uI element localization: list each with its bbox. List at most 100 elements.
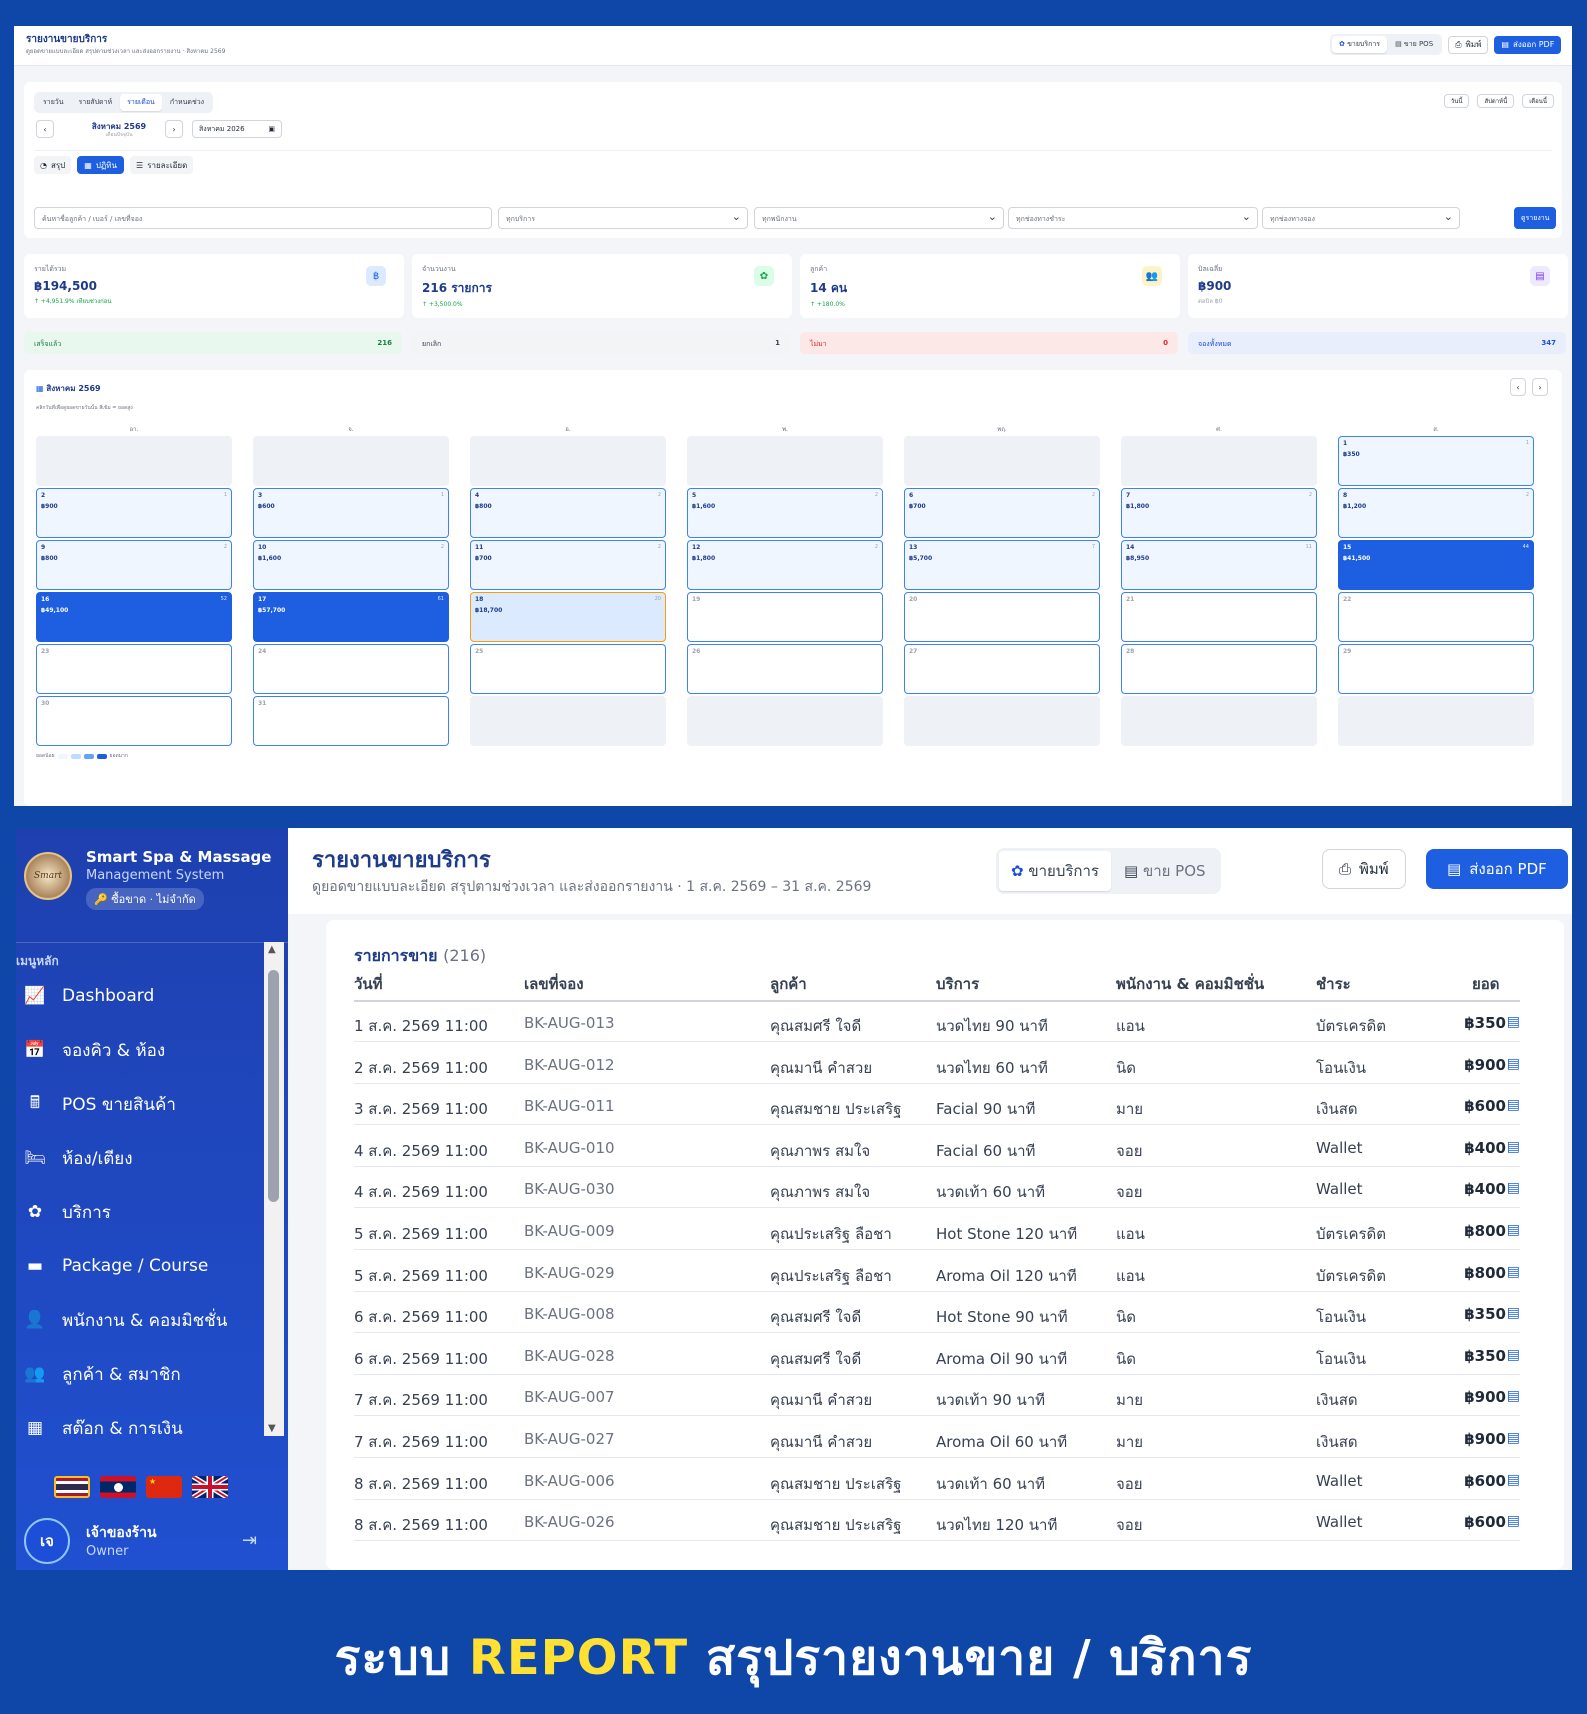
receipt-icon[interactable]: ▤ (1507, 1472, 1520, 1488)
calendar-prev-button[interactable]: ‹ (1510, 378, 1526, 396)
calendar-day[interactable]: 7 ฿1,800 2 (1121, 488, 1317, 538)
status-chip[interactable]: เสร็จแล้ว 216 (24, 332, 402, 354)
scroll-up-icon[interactable]: ▲ (268, 944, 276, 955)
sidebar-scrollbar[interactable]: ▲ ▼ (264, 942, 284, 1436)
view-report-button[interactable]: ดูรายงาน (1514, 207, 1557, 229)
table-row[interactable]: 8 ส.ค. 2569 11:00 BK-AUG-006 คุณสมชาย ประเ… (354, 1462, 1520, 1500)
prev-month-button[interactable]: ‹ (36, 120, 54, 138)
calendar-day[interactable]: 13 ฿5,700 7 (904, 540, 1100, 590)
receipt-icon[interactable]: ▤ (1507, 1139, 1520, 1155)
mode-pos-button[interactable]: ▤ ขาย POS (1112, 851, 1218, 891)
calendar-day[interactable]: 26 (687, 644, 883, 694)
export-pdf-button[interactable]: ▤ ส่งออก PDF (1426, 849, 1568, 889)
receipt-icon[interactable]: ▤ (1507, 1347, 1520, 1363)
calendar-day[interactable]: 17 ฿57,700 61 (253, 592, 449, 642)
receipt-icon[interactable]: ▤ (1507, 1264, 1520, 1280)
receipt-icon[interactable]: ▤ (1507, 1305, 1520, 1321)
table-row[interactable]: 5 ส.ค. 2569 11:00 BK-AUG-029 คุณประเสริฐ ล… (354, 1254, 1520, 1292)
thai-flag-button[interactable] (54, 1476, 90, 1498)
mode-pos-button[interactable]: ▤ ขาย POS (1388, 36, 1440, 53)
table-row[interactable]: 7 ส.ค. 2569 11:00 BK-AUG-007 คุณมานี คำสวย… (354, 1378, 1520, 1417)
calendar-day[interactable]: 20 (904, 592, 1100, 642)
status-chip[interactable]: ยกเลิก 1 (412, 332, 790, 354)
table-row[interactable]: 6 ส.ค. 2569 11:00 BK-AUG-028 คุณสมศรี ใจดี… (354, 1337, 1520, 1375)
sidebar-item[interactable]: 👥 ลูกค้า & สมาชิก (24, 1354, 180, 1394)
calendar-day[interactable]: 5 ฿1,600 2 (687, 488, 883, 538)
calendar-day[interactable]: 8 ฿1,200 2 (1338, 488, 1534, 538)
scroll-thumb[interactable] (268, 970, 279, 1202)
sidebar-item[interactable]: 📅 จองคิว & ห้อง (24, 1030, 165, 1070)
status-chip[interactable]: ไม่มา 0 (800, 332, 1178, 354)
sidebar-item[interactable]: 🖩 POS ขายสินค้า (24, 1084, 176, 1124)
sidebar-item[interactable]: 🛏 ห้อง/เตียง (24, 1138, 132, 1178)
sidebar-item[interactable]: ▬ Package / Course (24, 1246, 208, 1286)
calendar-day[interactable]: 27 (904, 644, 1100, 694)
quick-month-button[interactable]: เดือนนี้ (1522, 94, 1554, 108)
search-input[interactable]: ค้นหาชื่อลูกค้า / เบอร์ / เลขที่จอง (34, 207, 492, 229)
calendar-day[interactable]: 31 (253, 696, 449, 746)
calendar-day[interactable]: 18 ฿18,700 20 (470, 592, 666, 642)
receipt-icon[interactable]: ▤ (1507, 1180, 1520, 1196)
calendar-day[interactable]: 19 (687, 592, 883, 642)
scroll-down-icon[interactable]: ▼ (268, 1423, 276, 1434)
table-row[interactable]: 7 ส.ค. 2569 11:00 BK-AUG-027 คุณมานี คำสวย… (354, 1420, 1520, 1458)
calendar-day[interactable]: 15 ฿41,500 44 (1338, 540, 1534, 590)
view-detail-button[interactable]: ☰ รายละเอียด (130, 156, 194, 174)
quick-week-button[interactable]: สัปดาห์นี้ (1477, 94, 1515, 108)
calendar-day[interactable]: 12 ฿1,800 2 (687, 540, 883, 590)
tab-weekly[interactable]: รายสัปดาห์ (72, 94, 120, 111)
table-row[interactable]: 4 ส.ค. 2569 11:00 BK-AUG-030 คุณภาพร สมใจ น… (354, 1170, 1520, 1209)
view-calendar-button[interactable]: ▦ ปฏิทิน (77, 156, 125, 174)
tab-monthly[interactable]: รายเดือน (120, 94, 162, 111)
sidebar-item[interactable]: ▦ สต๊อก & การเงิน (24, 1408, 183, 1448)
calendar-day[interactable]: 23 (36, 644, 232, 694)
calendar-day[interactable]: 9 ฿800 2 (36, 540, 232, 590)
table-row[interactable]: 2 ส.ค. 2569 11:00 BK-AUG-012 คุณมานี คำสวย… (354, 1046, 1520, 1084)
calendar-next-button[interactable]: › (1532, 378, 1548, 396)
table-row[interactable]: 4 ส.ค. 2569 11:00 BK-AUG-010 คุณภาพร สมใจ F… (354, 1129, 1520, 1167)
calendar-day[interactable]: 29 (1338, 644, 1534, 694)
receipt-icon[interactable]: ▤ (1507, 1513, 1520, 1529)
calendar-day[interactable]: 14 ฿8,950 11 (1121, 540, 1317, 590)
calendar-day[interactable]: 28 (1121, 644, 1317, 694)
mode-service-button[interactable]: ✿ ขายบริการ (1332, 36, 1388, 53)
staff-filter[interactable]: ทุกพนักงาน ⌄ (754, 207, 1004, 229)
sidebar-item[interactable]: 📈 Dashboard (24, 976, 154, 1016)
receipt-icon[interactable]: ▤ (1507, 1388, 1520, 1404)
calendar-day[interactable]: 10 ฿1,600 2 (253, 540, 449, 590)
tab-custom[interactable]: กำหนดช่วง (163, 94, 211, 111)
tab-daily[interactable]: รายวัน (36, 94, 71, 111)
logout-icon[interactable]: ⇥ (242, 1530, 257, 1551)
receipt-icon[interactable]: ▤ (1507, 1097, 1520, 1113)
view-summary-button[interactable]: ◔ สรุป (34, 156, 72, 174)
table-row[interactable]: 6 ส.ค. 2569 11:00 BK-AUG-008 คุณสมศรี ใจดี… (354, 1295, 1520, 1334)
channel-filter[interactable]: ทุกช่องทางจอง ⌄ (1262, 207, 1460, 229)
calendar-day[interactable]: 24 (253, 644, 449, 694)
avatar[interactable]: เจ (24, 1518, 70, 1564)
china-flag-button[interactable]: ★ (146, 1476, 182, 1498)
calendar-day[interactable]: 1 ฿350 1 (1338, 436, 1534, 486)
receipt-icon[interactable]: ▤ (1507, 1222, 1520, 1238)
calendar-day[interactable]: 6 ฿700 2 (904, 488, 1100, 538)
next-month-button[interactable]: › (165, 120, 183, 138)
print-button[interactable]: ⎙ พิมพ์ (1448, 35, 1489, 54)
calendar-day[interactable]: 4 ฿800 2 (470, 488, 666, 538)
calendar-day[interactable]: 22 (1338, 592, 1534, 642)
receipt-icon[interactable]: ▤ (1507, 1056, 1520, 1072)
receipt-icon[interactable]: ▤ (1507, 1430, 1520, 1446)
table-row[interactable]: 3 ส.ค. 2569 11:00 BK-AUG-011 คุณสมชาย ประเ… (354, 1087, 1520, 1126)
calendar-day[interactable]: 25 (470, 644, 666, 694)
month-picker-input[interactable]: สิงหาคม 2026 ▣ (192, 120, 282, 138)
export-pdf-button[interactable]: ▤ ส่งออก PDF (1494, 35, 1562, 54)
sidebar-item[interactable]: ✿ บริการ (24, 1192, 111, 1232)
uk-flag-button[interactable] (192, 1476, 228, 1498)
calendar-day[interactable]: 30 (36, 696, 232, 746)
calendar-day[interactable]: 2 ฿900 1 (36, 488, 232, 538)
quick-today-button[interactable]: วันนี้ (1443, 94, 1470, 108)
service-filter[interactable]: ทุกบริการ ⌄ (498, 207, 748, 229)
status-chip[interactable]: จองทั้งหมด 347 (1188, 332, 1566, 354)
receipt-icon[interactable]: ▤ (1507, 1014, 1520, 1030)
lao-flag-button[interactable] (100, 1476, 136, 1498)
mode-service-button[interactable]: ✿ ขายบริการ (999, 851, 1111, 891)
table-row[interactable]: 8 ส.ค. 2569 11:00 BK-AUG-026 คุณสมชาย ประเ… (354, 1503, 1520, 1542)
